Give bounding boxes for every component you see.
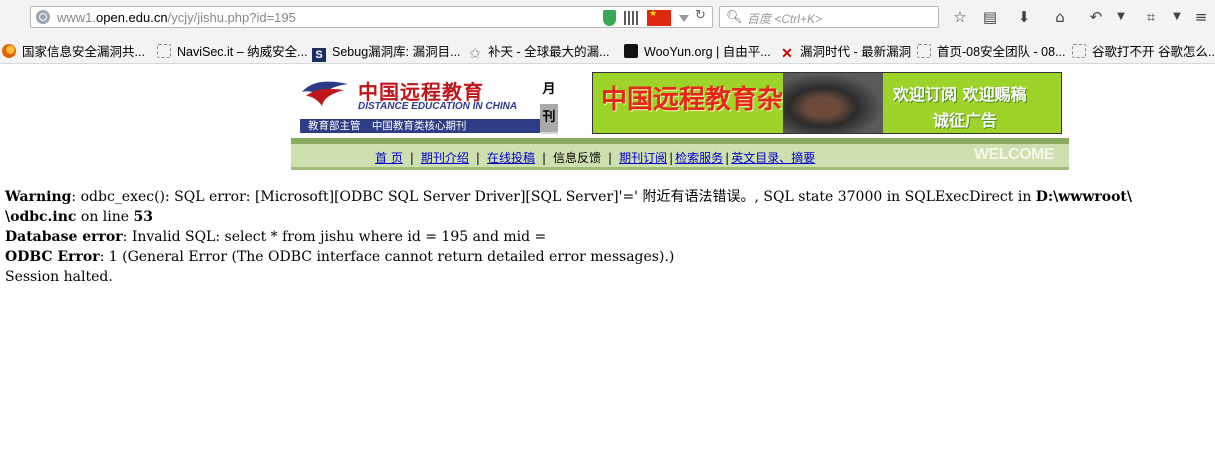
warning-path: D:\wwwroot\: [1035, 189, 1133, 205]
monthly-label: 月 刊: [540, 76, 558, 134]
address-bar[interactable]: www1.open.edu.cn/ycjy/jishu.php?id=195 ↻: [30, 6, 713, 28]
crop-icon[interactable]: ⌗: [1140, 7, 1162, 27]
logo-english-title: DISTANCE EDUCATION IN CHINA: [358, 101, 518, 112]
logo-sub-authority: 教育部主管: [308, 120, 361, 132]
search-placeholder: 百度 <Ctrl+K>: [747, 12, 823, 26]
bookmark-label: 补天 - 全球最大的漏...: [488, 45, 610, 59]
banner-slogan: 欢迎订阅 欢迎赐稿: [893, 85, 1027, 104]
nav-link-english[interactable]: 英文目录、摘要: [731, 151, 815, 165]
bookmarks-bar: 国家信息安全漏洞共... NaviSec.it – 纳威安全... S Sebug…: [0, 36, 1215, 64]
bookmark-label: 首页-08安全团队 - 08...: [937, 45, 1066, 59]
globe-icon: [36, 10, 50, 24]
site-nav: 首 页 | 期刊介绍 | 在线投稿 | 信息反馈 | 期刊订阅 | 检索服务 | 英文目录、摘要 WEL…: [291, 144, 1069, 170]
url-text[interactable]: www1.open.edu.cn/ycjy/jishu.php?id=195: [57, 10, 296, 25]
magazine-banner[interactable]: 中国远程教育杂志 欢迎订阅 欢迎赐稿 诚征广告: [592, 72, 1062, 134]
warning-line: Warning: odbc_exec(): SQL error: [Micros…: [5, 187, 1215, 207]
nav-separator: |: [475, 151, 480, 165]
search-icon: 🔍︎: [726, 10, 743, 25]
bookmark-star-icon[interactable]: ☆: [949, 7, 971, 27]
url-dropdown-icon[interactable]: [679, 15, 689, 22]
download-icon[interactable]: ⬇: [1013, 7, 1035, 27]
url-path: /ycjy/jishu.php?id=195: [167, 10, 296, 25]
bookmark-item[interactable]: 谷歌打不开 谷歌怎么...: [1072, 41, 1215, 59]
logo-sub-core: 中国教育类核心期刊: [371, 120, 467, 132]
odbc-error-text: : 1 (General Error (The ODBC interface c…: [99, 249, 675, 265]
bookmark-item[interactable]: S Sebug漏洞库: 漏洞目...: [312, 41, 461, 62]
bookmark-label: 谷歌打不开 谷歌怎么...: [1092, 45, 1215, 59]
database-error-text: : Invalid SQL: select * from jishu where…: [122, 229, 547, 245]
qr-code-icon[interactable]: [624, 11, 638, 25]
nav-separator: |: [725, 151, 730, 165]
search-box[interactable]: 🔍︎ 百度 <Ctrl+K>: [719, 6, 939, 28]
nav-separator: |: [669, 151, 674, 165]
blank-page-icon: [1072, 44, 1086, 58]
nav-separator: |: [541, 151, 546, 165]
warning-file: \odbc.inc: [5, 209, 77, 225]
blank-page-icon: [157, 44, 171, 58]
bookmark-item[interactable]: 国家信息安全漏洞共...: [2, 41, 145, 59]
home-icon[interactable]: ⌂: [1049, 7, 1071, 27]
nav-link-intro[interactable]: 期刊介绍: [421, 151, 469, 165]
database-error-label: Database error: [5, 229, 123, 245]
warning-label: Warning: [5, 189, 72, 205]
bookmark-item[interactable]: WooYun.org | 自由平...: [624, 41, 771, 59]
menu-icon[interactable]: ≡: [1190, 7, 1212, 27]
odbc-error-line: ODBC Error: 1 (General Error (The ODBC i…: [5, 247, 1215, 267]
url-prefix: www1.: [57, 10, 97, 25]
on-line-text: on line: [76, 209, 134, 225]
china-flag-icon: [647, 9, 671, 26]
logo-subtitle-strip: 教育部主管 中国教育类核心期刊: [300, 119, 540, 133]
error-output: Warning: odbc_exec(): SQL error: [Micros…: [5, 187, 1215, 287]
database-error-line: Database error: Invalid SQL: select * fr…: [5, 227, 1215, 247]
odbc-error-label: ODBC Error: [5, 249, 100, 265]
warning-line-2: \odbc.inc on line 53: [5, 207, 1215, 227]
x-icon: ✕: [781, 45, 793, 61]
bookmark-label: WooYun.org | 自由平...: [644, 45, 771, 59]
month-char-1: 月: [540, 76, 558, 104]
reload-icon[interactable]: ↻: [695, 8, 706, 24]
firefox-icon: [2, 44, 16, 58]
bookmark-label: NaviSec.it – 纳威安全...: [177, 45, 308, 59]
bookmark-item[interactable]: ✕ 漏洞时代 - 最新漏洞: [780, 41, 912, 61]
warning-text: : odbc_exec(): SQL error: [Microsoft][OD…: [71, 189, 1036, 205]
nav-link-submit[interactable]: 在线投稿: [487, 151, 535, 165]
site-logo[interactable]: 中国远程教育 DISTANCE EDUCATION IN CHINA 教育部主管…: [296, 72, 558, 134]
banner-ad-slogan: 诚征广告: [933, 111, 998, 130]
nav-link-home[interactable]: 首 页: [375, 151, 403, 165]
wooyun-icon: [624, 44, 638, 58]
banner-title: 中国远程教育杂志: [601, 85, 810, 115]
nav-link-subscribe[interactable]: 期刊订阅: [619, 151, 667, 165]
star-icon: ✩: [469, 45, 481, 61]
welcome-text: WELCOME: [974, 146, 1055, 163]
reading-list-icon[interactable]: ▤: [979, 7, 1001, 27]
sebug-icon: S: [312, 48, 326, 62]
history-dropdown-icon[interactable]: ▼: [1110, 7, 1132, 27]
crop-dropdown-icon[interactable]: ▼: [1166, 7, 1188, 27]
bookmark-label: 国家信息安全漏洞共...: [22, 45, 145, 59]
bookmark-item[interactable]: 首页-08安全团队 - 08...: [917, 41, 1066, 59]
session-halted-text: Session halted.: [5, 269, 113, 285]
nav-link-feedback[interactable]: 信息反馈: [553, 151, 601, 165]
bird-logo-icon: [302, 81, 348, 106]
url-domain: open.edu.cn: [96, 10, 168, 25]
blank-page-icon: [917, 44, 931, 58]
nav-separator: |: [409, 151, 414, 165]
browser-toolbar: www1.open.edu.cn/ycjy/jishu.php?id=195 ↻…: [0, 0, 1215, 36]
month-char-2: 刊: [540, 104, 558, 132]
back-history-icon[interactable]: ↶: [1085, 7, 1107, 27]
nav-link-search[interactable]: 检索服务: [675, 151, 723, 165]
bookmark-item[interactable]: ✩ 补天 - 全球最大的漏...: [468, 41, 610, 61]
bookmark-label: Sebug漏洞库: 漏洞目...: [332, 45, 461, 59]
bookmark-item[interactable]: NaviSec.it – 纳威安全...: [157, 41, 308, 59]
nav-separator: |: [608, 151, 613, 165]
bookmark-label: 漏洞时代 - 最新漏洞: [800, 45, 912, 59]
line-number: 53: [133, 209, 153, 225]
banner-photo: [783, 73, 883, 133]
shield-icon[interactable]: [603, 10, 616, 26]
